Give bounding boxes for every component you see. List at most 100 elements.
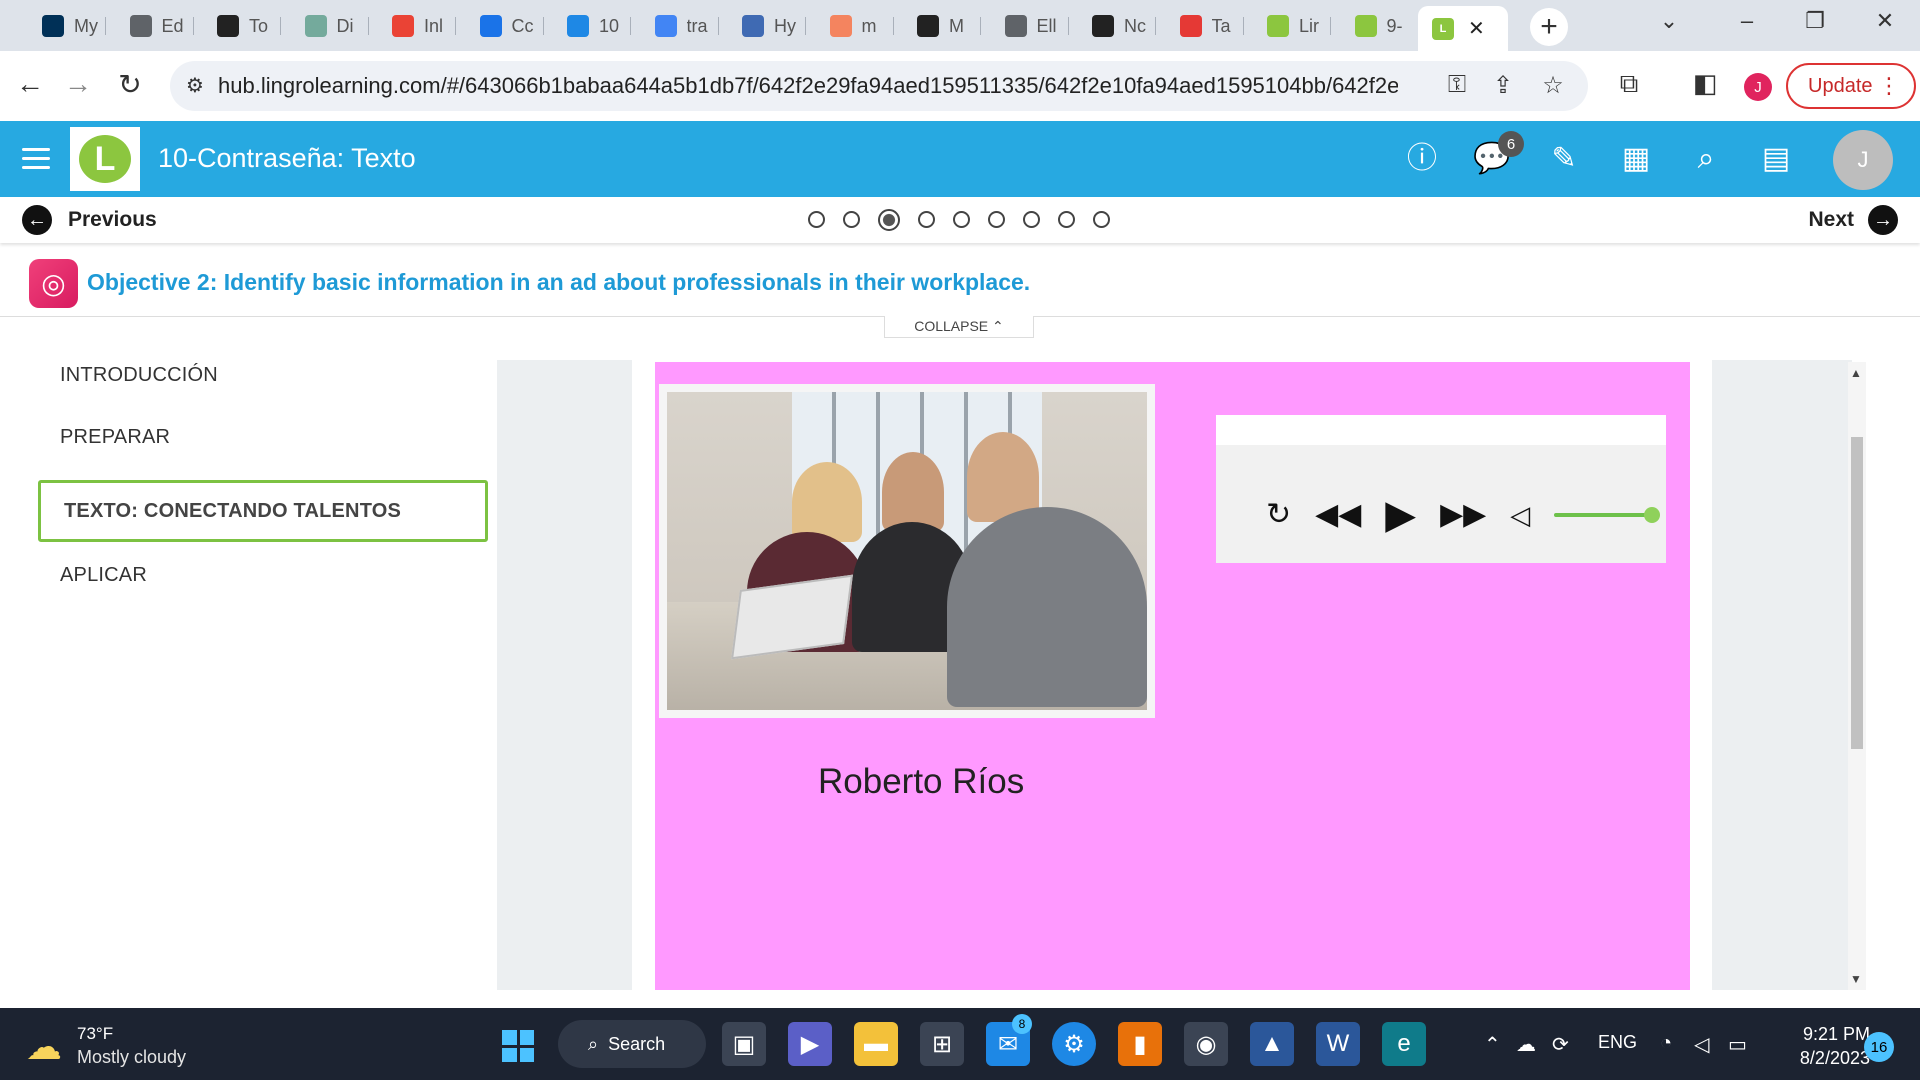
- forward-icon[interactable]: →: [60, 68, 96, 100]
- browser-tab[interactable]: Ta: [1166, 9, 1244, 43]
- office-icon[interactable]: ▮: [1118, 1022, 1162, 1066]
- teams-icon[interactable]: ▶: [788, 1022, 832, 1066]
- volume-knob[interactable]: [1644, 507, 1661, 523]
- browser-tab[interactable]: Ed: [116, 9, 194, 43]
- store-icon[interactable]: ⊞: [920, 1022, 964, 1066]
- profile-avatar[interactable]: J: [1744, 73, 1772, 101]
- word-icon[interactable]: W: [1316, 1022, 1360, 1066]
- hamburger-menu-icon[interactable]: [22, 148, 50, 170]
- address-bar[interactable]: ⚙ hub.lingrolearning.com/#/643066b1babaa…: [170, 61, 1588, 111]
- minimize-icon[interactable]: –: [1732, 8, 1762, 34]
- key-icon[interactable]: ⚿: [1442, 71, 1472, 99]
- edge-icon[interactable]: e: [1382, 1022, 1426, 1066]
- fast-forward-icon[interactable]: ▶▶: [1440, 500, 1486, 530]
- browser-tab[interactable]: Di: [291, 9, 369, 43]
- menu-dots-icon[interactable]: ⋮: [1878, 73, 1900, 99]
- url-text[interactable]: hub.lingrolearning.com/#/643066b1babaa64…: [218, 73, 1398, 99]
- side-menu-item[interactable]: APLICAR: [38, 550, 488, 612]
- browser-tab[interactable]: My: [28, 9, 106, 43]
- globe-icon: [1004, 15, 1027, 37]
- browser-tab[interactable]: To: [203, 9, 281, 43]
- clock-date[interactable]: 8/2/2023: [1770, 1048, 1870, 1069]
- page-dot[interactable]: [988, 211, 1005, 228]
- browser-tab[interactable]: Cc: [466, 9, 544, 43]
- browser-tab[interactable]: tra: [641, 9, 719, 43]
- previous-button[interactable]: ← Previous: [22, 205, 157, 235]
- lingro-logo[interactable]: L: [70, 127, 140, 191]
- volume-slider[interactable]: [1554, 507, 1661, 523]
- chrome-icon[interactable]: ◉: [1184, 1022, 1228, 1066]
- side-menu-item[interactable]: PREPARAR: [38, 412, 488, 474]
- new-tab-button[interactable]: +: [1530, 8, 1568, 46]
- professionals-photo: [659, 384, 1155, 718]
- browser-tab[interactable]: M: [903, 9, 981, 43]
- clock-time[interactable]: 9:21 PM: [1790, 1024, 1870, 1045]
- page-dot[interactable]: [843, 211, 860, 228]
- weather-temperature[interactable]: 73°F: [77, 1024, 113, 1044]
- replay-icon[interactable]: ↻: [1266, 500, 1291, 530]
- page-dot-current[interactable]: [878, 209, 900, 231]
- window-close-icon[interactable]: ✕: [1870, 8, 1900, 34]
- collapse-button[interactable]: COLLAPSE ⌃: [884, 316, 1034, 338]
- reload-icon[interactable]: ↻: [112, 68, 148, 101]
- site-info-icon[interactable]: ⚙: [182, 73, 208, 99]
- book-icon[interactable]: ▤: [1756, 139, 1796, 179]
- edit-icon[interactable]: ✎: [1544, 139, 1584, 179]
- file-explorer-icon[interactable]: ▬: [854, 1022, 898, 1066]
- page-dot[interactable]: [808, 211, 825, 228]
- tray-chevron-icon[interactable]: ⌃: [1484, 1032, 1501, 1057]
- scroll-down-icon[interactable]: ▼: [1850, 972, 1862, 986]
- page-dot[interactable]: [1093, 211, 1110, 228]
- search-icon[interactable]: ⌕: [1686, 139, 1726, 179]
- active-tab[interactable]: L ✕: [1418, 6, 1508, 51]
- bookmark-star-icon[interactable]: ☆: [1538, 71, 1568, 100]
- task-view-icon[interactable]: ▣: [722, 1022, 766, 1066]
- back-icon[interactable]: ←: [12, 68, 48, 100]
- share-icon[interactable]: ⇪: [1488, 71, 1518, 100]
- browser-tab[interactable]: 10: [553, 9, 631, 43]
- browser-tab[interactable]: Nc: [1078, 9, 1156, 43]
- user-avatar[interactable]: J: [1833, 130, 1893, 190]
- content-scrollbar[interactable]: ▲ ▼: [1848, 362, 1866, 990]
- start-button[interactable]: [502, 1030, 534, 1062]
- side-menu-item[interactable]: TEXTO: CONECTANDO TALENTOS: [38, 480, 488, 542]
- scrollbar-thumb[interactable]: [1851, 437, 1863, 749]
- side-menu-item[interactable]: INTRODUCCIÓN: [38, 350, 488, 412]
- browser-tab[interactable]: m: [816, 9, 894, 43]
- utility-icon[interactable]: ⚙: [1052, 1022, 1096, 1066]
- page-dot[interactable]: [953, 211, 970, 228]
- page-dot[interactable]: [1058, 211, 1075, 228]
- page-dot[interactable]: [918, 211, 935, 228]
- lesson-side-menu: INTRODUCCIÓN PREPARAR TEXTO: CONECTANDO TA…: [38, 350, 488, 612]
- browser-tab[interactable]: Ell: [991, 9, 1069, 43]
- wifi-icon[interactable]: ◔: [1660, 1032, 1672, 1055]
- volume-icon[interactable]: ◁: [1510, 502, 1530, 528]
- calendar-icon[interactable]: ▦: [1616, 139, 1656, 179]
- weather-description[interactable]: Mostly cloudy: [77, 1047, 186, 1068]
- browser-tab[interactable]: Hy: [728, 9, 806, 43]
- browser-tab[interactable]: 9-: [1341, 9, 1419, 43]
- weather-icon[interactable]: ☁: [26, 1026, 62, 1068]
- side-panel-icon[interactable]: ◧: [1688, 68, 1722, 99]
- scroll-up-icon[interactable]: ▲: [1850, 366, 1862, 380]
- taskbar-search[interactable]: ⌕ Search: [558, 1020, 706, 1068]
- play-icon[interactable]: ▶: [1385, 495, 1416, 535]
- close-tab-icon[interactable]: ✕: [1468, 16, 1485, 41]
- restore-icon[interactable]: ❐: [1800, 8, 1830, 34]
- browser-tab[interactable]: Lir: [1253, 9, 1331, 43]
- sync-icon[interactable]: ⟳: [1552, 1032, 1569, 1057]
- notification-badge[interactable]: 16: [1864, 1032, 1894, 1062]
- photos-icon[interactable]: ▲: [1250, 1022, 1294, 1066]
- onedrive-icon[interactable]: ☁: [1516, 1032, 1536, 1057]
- extensions-icon[interactable]: ⧉: [1612, 68, 1646, 100]
- speaker-icon[interactable]: ◁: [1694, 1032, 1709, 1057]
- battery-icon[interactable]: ▭: [1728, 1032, 1747, 1057]
- browser-tab[interactable]: Inl: [378, 9, 456, 43]
- rewind-icon[interactable]: ◀◀: [1315, 500, 1361, 530]
- tab-search-icon[interactable]: ⌄: [1654, 8, 1684, 34]
- update-button[interactable]: Update ⋮: [1786, 63, 1916, 109]
- help-icon[interactable]: ⓘ: [1402, 139, 1442, 179]
- page-dot[interactable]: [1023, 211, 1040, 228]
- language-indicator[interactable]: ENG: [1598, 1032, 1637, 1053]
- next-button[interactable]: Next →: [1808, 205, 1898, 235]
